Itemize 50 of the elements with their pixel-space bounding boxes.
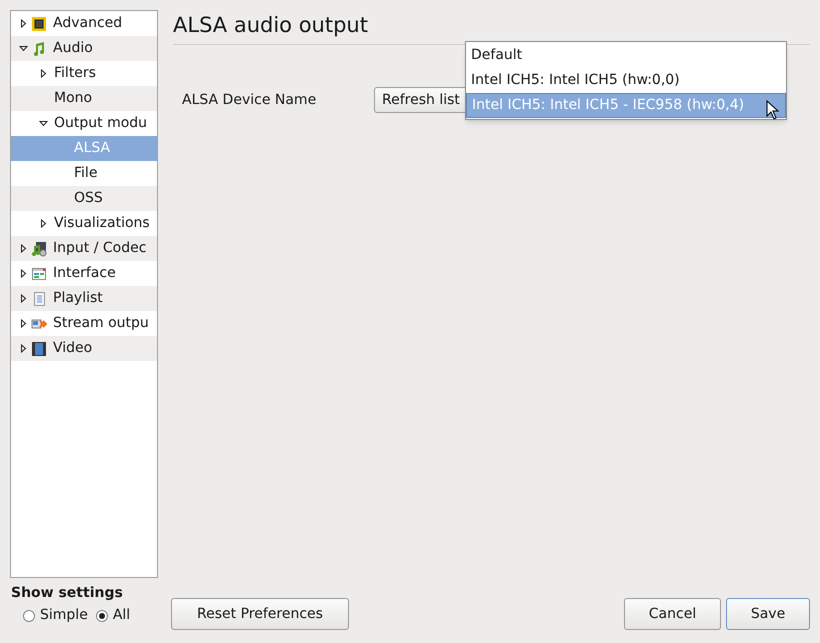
expand-arrow-icon[interactable] <box>19 344 28 353</box>
film-gear-icon <box>31 240 47 256</box>
radio-option[interactable]: All <box>96 605 130 626</box>
radio-icon[interactable] <box>23 610 35 622</box>
tree-item[interactable]: Mono <box>11 86 157 111</box>
expand-arrow-icon[interactable] <box>19 319 28 328</box>
collapse-arrow-icon[interactable] <box>39 119 48 128</box>
expand-arrow-icon[interactable] <box>19 269 28 278</box>
expand-arrow-icon[interactable] <box>19 19 28 28</box>
window-icon <box>31 266 47 282</box>
tree-item-label: Filters <box>53 64 96 83</box>
tree-item[interactable]: OSS <box>11 186 157 211</box>
tree-item-label: Playlist <box>53 289 103 308</box>
tree-item[interactable]: Playlist <box>11 286 157 311</box>
tree-item-label: File <box>73 164 98 183</box>
tree-item[interactable]: Video <box>11 336 157 361</box>
radio-option[interactable]: Simple <box>23 605 88 626</box>
reset-preferences-button[interactable]: Reset Preferences <box>171 598 349 630</box>
expand-arrow-icon[interactable] <box>39 219 48 228</box>
field-label: ALSA Device Name <box>182 90 318 110</box>
tree-item-label: Interface <box>53 264 116 283</box>
cancel-button[interactable]: Cancel <box>624 598 721 630</box>
tree-item-label: Mono <box>53 89 92 108</box>
refresh-list-button[interactable]: Refresh list <box>374 87 468 113</box>
radio-icon[interactable] <box>96 610 108 622</box>
tree-item-label: Advanced <box>53 14 122 33</box>
tree-item-label: Input / Codec <box>53 239 146 258</box>
tree-item[interactable]: Audio <box>11 36 157 61</box>
tree-item-label: Visualizations <box>53 214 150 233</box>
mouse-pointer-icon <box>766 100 780 120</box>
save-button[interactable]: Save <box>726 598 810 630</box>
device-dropdown-list[interactable]: Default Intel ICH5: Intel ICH5 (hw:0,0) Intel ICH5: Intel ICH5 - IEC958 (hw:0,4) <box>465 41 787 120</box>
expand-arrow-icon[interactable] <box>39 69 48 78</box>
show-settings-heading: Show settings <box>11 584 124 602</box>
tree-item-label: Output modu <box>53 114 148 133</box>
document-list-icon <box>31 290 47 306</box>
dropdown-option[interactable]: Default <box>466 43 786 68</box>
expand-arrow-icon[interactable] <box>19 294 28 303</box>
tree-item[interactable]: Input / Codec <box>11 236 157 261</box>
chip-icon <box>31 16 47 32</box>
tree-item-label: OSS <box>73 189 103 208</box>
film-icon <box>31 340 47 356</box>
music-note-icon <box>31 40 47 56</box>
tree-item-label: Stream outpu <box>53 314 149 333</box>
tree-item-label: Audio <box>53 39 93 58</box>
expand-arrow-icon[interactable] <box>19 244 28 253</box>
tree-item-label: Video <box>53 339 92 358</box>
dropdown-option[interactable]: Intel ICH5: Intel ICH5 (hw:0,0) <box>466 68 786 93</box>
collapse-arrow-icon[interactable] <box>19 44 28 53</box>
tree-item-label: ALSA <box>73 139 110 158</box>
